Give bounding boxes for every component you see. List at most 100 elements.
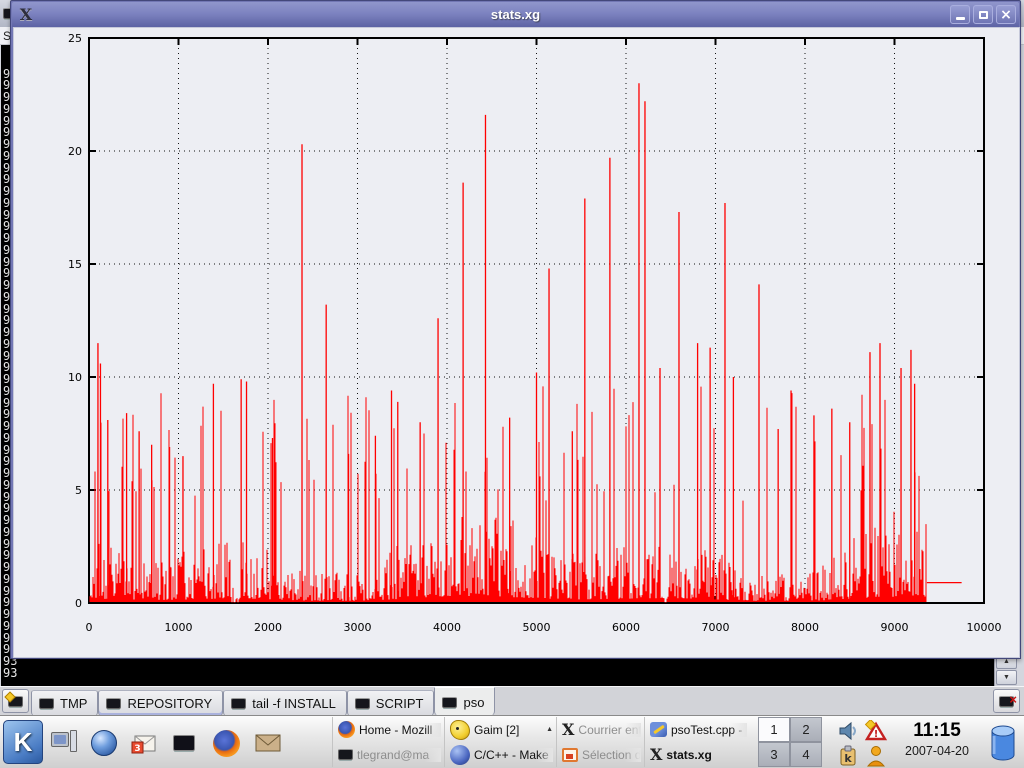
- task-eclipse[interactable]: C/C++ - Make: [444, 742, 556, 767]
- task-selection[interactable]: Sélection d'a: [556, 742, 644, 767]
- new-session-button[interactable]: [2, 689, 29, 713]
- tab-tmp[interactable]: TMP: [31, 690, 98, 716]
- svg-text:3000: 3000: [344, 621, 372, 634]
- launcher-system[interactable]: [46, 724, 82, 762]
- svg-text:9000: 9000: [881, 621, 909, 634]
- window-title: stats.xg: [12, 7, 1019, 22]
- svg-text:5000: 5000: [523, 621, 551, 634]
- launcher-kontact[interactable]: 3: [126, 724, 162, 762]
- mail-envelope-icon: [254, 732, 282, 754]
- text-editor-icon: [650, 722, 667, 737]
- x11-app-icon: X: [650, 747, 662, 763]
- close-session-button[interactable]: ×: [993, 689, 1020, 713]
- svg-text:3: 3: [134, 744, 140, 754]
- desktop-pager: 1 2 3 4: [758, 717, 822, 768]
- tab-label: tail -f INSTALL: [252, 696, 336, 711]
- kmenu-button[interactable]: K: [3, 720, 43, 764]
- svg-text:k: k: [844, 752, 852, 765]
- svg-text:20: 20: [68, 145, 82, 158]
- task-courrier[interactable]: X Courrier entra: [556, 717, 644, 742]
- tab-label: REPOSITORY: [127, 696, 212, 711]
- svg-text:2000: 2000: [254, 621, 282, 634]
- storage-applet[interactable]: [986, 722, 1020, 764]
- alarm-warning-tray-icon[interactable]: !: [862, 718, 890, 743]
- launcher-kmail[interactable]: [250, 724, 286, 762]
- presence-person-tray-icon[interactable]: [862, 743, 890, 768]
- gaim-icon: [450, 720, 470, 740]
- maximize-icon: [979, 11, 988, 19]
- terminal-tab-icon: [355, 698, 370, 709]
- minimize-icon: [956, 17, 965, 20]
- konsole-tabbar: TMP REPOSITORY tail -f INSTALL SCRIPT ps…: [0, 686, 1024, 715]
- file-selection-icon: [562, 748, 578, 762]
- svg-text:10: 10: [68, 371, 82, 384]
- terminal-tab-icon: [231, 698, 246, 709]
- terminal-tab-icon: [442, 697, 457, 708]
- close-button[interactable]: ×: [996, 5, 1016, 24]
- clock-time: 11:15: [893, 720, 981, 742]
- clock-date: 2007-04-20: [893, 744, 981, 758]
- svg-text:1000: 1000: [165, 621, 193, 634]
- kicker-panel: K 3: [0, 715, 1024, 768]
- tab-label: SCRIPT: [376, 696, 424, 711]
- group-arrow-icon[interactable]: ▲: [546, 726, 553, 733]
- firefox-icon: [213, 730, 240, 757]
- pager-desktop-2[interactable]: 2: [790, 717, 822, 742]
- launcher-konqueror[interactable]: [86, 724, 122, 762]
- xgraph-titlebar[interactable]: X stats.xg ×: [12, 2, 1019, 27]
- scroll-down-button[interactable]: ▼: [996, 670, 1017, 685]
- x11-app-icon: X: [562, 722, 574, 738]
- close-icon: ×: [1000, 8, 1012, 22]
- launcher-konsole[interactable]: [166, 724, 202, 762]
- firefox-icon: [338, 721, 355, 738]
- xgraph-window: X stats.xg × 0 1000 2000 3000 4000 5000 6000 70…: [10, 0, 1021, 659]
- tab-label: TMP: [60, 696, 87, 711]
- tab-pso[interactable]: pso: [434, 687, 495, 716]
- svg-text:5: 5: [75, 484, 82, 497]
- panel-clock[interactable]: 11:15 2007-04-20: [893, 718, 981, 768]
- pager-desktop-1[interactable]: 1: [758, 717, 790, 742]
- terminal-icon: [338, 749, 353, 760]
- taskbar: Home - Mozill Gaim [2] ▲ X Courrier entr…: [332, 717, 756, 768]
- globe-icon: [91, 730, 117, 756]
- launcher-firefox[interactable]: [208, 724, 244, 762]
- terminal-tab-icon: [39, 698, 54, 709]
- task-gaim[interactable]: Gaim [2] ▲: [444, 717, 556, 742]
- task-statsxg[interactable]: X stats.xg: [644, 742, 750, 767]
- task-firefox-home[interactable]: Home - Mozill: [332, 717, 444, 742]
- klipper-tray-icon[interactable]: k: [834, 743, 862, 768]
- organizer-envelope-icon: 3: [131, 731, 157, 755]
- storage-cylinder-icon: [988, 724, 1018, 762]
- tab-script[interactable]: SCRIPT: [347, 690, 435, 716]
- maximize-button[interactable]: [973, 5, 993, 24]
- new-session-icon: [8, 696, 23, 707]
- tab-label: pso: [463, 695, 484, 710]
- svg-text:0: 0: [75, 597, 82, 610]
- volume-tray-icon[interactable]: [834, 718, 862, 743]
- close-session-icon: ×: [999, 696, 1014, 707]
- svg-text:!: !: [874, 729, 879, 740]
- tab-tail-install[interactable]: tail -f INSTALL: [223, 690, 347, 716]
- pager-desktop-3[interactable]: 3: [758, 742, 790, 767]
- svg-text:0: 0: [86, 621, 93, 634]
- svg-text:8000: 8000: [791, 621, 819, 634]
- tab-repository[interactable]: REPOSITORY: [98, 690, 223, 716]
- terminal-tab-icon: [106, 698, 121, 709]
- svg-text:25: 25: [68, 32, 82, 45]
- svg-text:10000: 10000: [967, 621, 1002, 634]
- xgraph-plot: 0100020003000400050006000700080009000100…: [14, 28, 1021, 657]
- svg-text:4000: 4000: [433, 621, 461, 634]
- eclipse-icon: [450, 745, 470, 765]
- svg-text:6000: 6000: [612, 621, 640, 634]
- pager-desktop-4[interactable]: 4: [790, 742, 822, 767]
- konsole-launcher-icon: [173, 735, 195, 751]
- plot-canvas: 0100020003000400050006000700080009000100…: [13, 27, 1020, 658]
- svg-text:15: 15: [68, 258, 82, 271]
- system-computer-icon: [51, 732, 77, 754]
- svg-text:7000: 7000: [702, 621, 730, 634]
- minimize-button[interactable]: [950, 5, 970, 24]
- desktop: S 93939393939393939393939393939393939393…: [0, 0, 1024, 768]
- task-tlegrand-shell[interactable]: tlegrand@ma: [332, 742, 444, 767]
- task-psotest[interactable]: psoTest.cpp -: [644, 717, 750, 742]
- system-tray: ! k: [834, 718, 892, 768]
